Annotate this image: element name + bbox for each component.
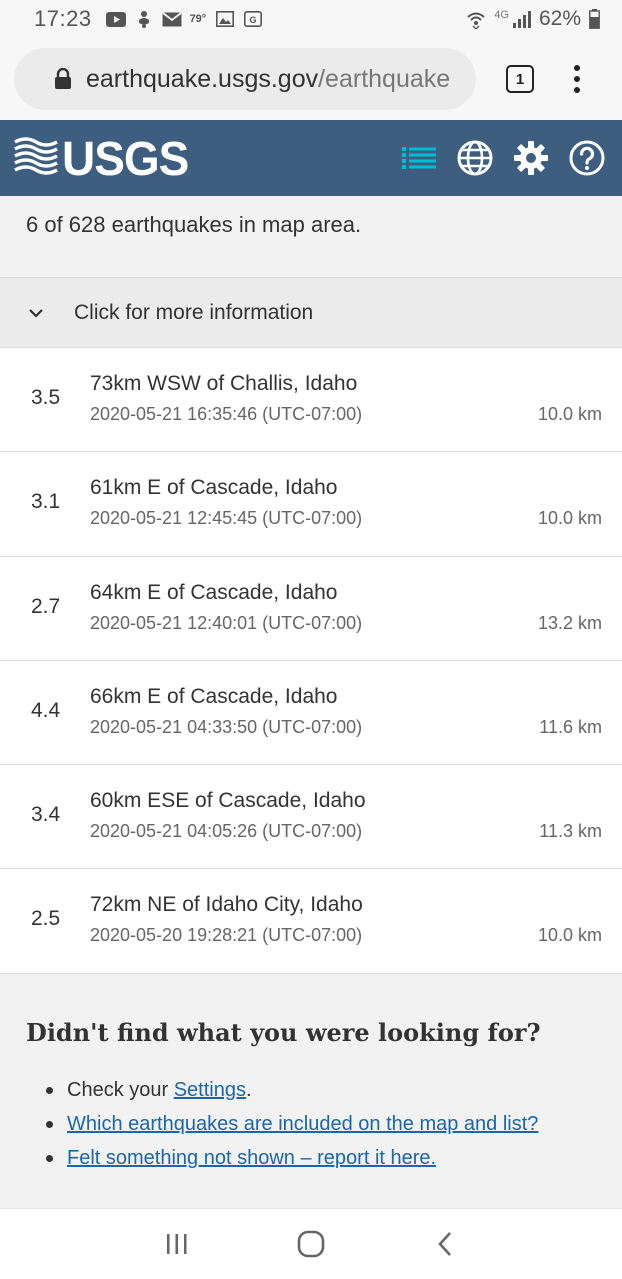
status-right: 4G 62% (466, 7, 600, 31)
settings-link[interactable]: Settings (174, 1079, 246, 1101)
earthquake-place: 72km NE of Idaho City, Idaho (90, 893, 363, 917)
signal-icon (512, 10, 531, 28)
earthquake-place: 66km E of Cascade, Idaho (90, 684, 338, 708)
earthquake-magnitude: 3.5 (31, 386, 61, 409)
help-title: Didn't find what you were looking for? (26, 1018, 541, 1047)
notification-icon (136, 10, 152, 28)
address-bar[interactable]: earthquake.usgs.gov/earthquake (14, 48, 476, 110)
earthquake-time: 2020-05-21 16:35:46 (UTC-07:00) (90, 404, 363, 424)
earthquake-time: 2020-05-21 12:45:45 (UTC-07:00) (90, 508, 363, 529)
status-temperature: 79° (189, 13, 207, 25)
help-item-prefix: Check your (67, 1079, 174, 1101)
chevron-down-icon (28, 308, 44, 318)
status-bar: 17:23 79° G 4G 62% (0, 0, 622, 38)
more-info-toggle[interactable]: Click for more information (0, 278, 622, 348)
earthquake-row[interactable]: 4.4 66km E of Cascade, Idaho 2020-05-21 … (0, 660, 622, 766)
help-item-felt: Felt something not shown – report it her… (46, 1141, 596, 1175)
earthquake-depth: 10.0 km (537, 404, 602, 424)
browser-menu-button[interactable] (574, 65, 580, 93)
battery-percent: 62% (538, 7, 581, 30)
earthquake-place: 64km E of Cascade, Idaho (90, 580, 338, 604)
earthquake-count: 6 of 628 earthquakes in map area. (0, 196, 622, 278)
home-icon[interactable] (291, 1224, 331, 1264)
earthquake-time: 2020-05-20 19:28:21 (UTC-07:00) (90, 925, 363, 946)
earthquake-magnitude: 3.1 (31, 490, 61, 514)
earthquake-magnitude: 3.4 (31, 803, 61, 827)
list-icon[interactable] (400, 139, 438, 177)
menu-dot (574, 87, 580, 93)
usgs-logo-text: USGS (62, 130, 189, 186)
header-icons (400, 139, 608, 177)
gear-icon[interactable] (512, 139, 550, 177)
usgs-logo[interactable]: USGS (14, 130, 189, 186)
g-app-icon: G (244, 11, 263, 27)
earthquake-depth: 11.3 km (539, 821, 602, 842)
help-list: Check your Settings. Which earthquakes a… (26, 1073, 596, 1175)
url-path: /earthquake (318, 64, 451, 93)
usgs-header: USGS (0, 120, 622, 196)
recent-apps-icon[interactable] (157, 1224, 197, 1264)
mail-icon (162, 11, 182, 27)
help-item-settings: Check your Settings. (46, 1073, 596, 1107)
which-earthquakes-link[interactable]: Which earthquakes are included on the ma… (67, 1113, 538, 1135)
network-type: 4G (494, 9, 509, 21)
browser-toolbar: earthquake.usgs.gov/earthquake 1 (0, 38, 622, 120)
url-domain: earthquake.usgs.gov (86, 64, 319, 93)
earthquake-place: 61km E of Cascade, Idaho (90, 476, 338, 500)
earthquake-row[interactable]: 3.5 73km WSW of Challis, Idaho 2020-05-2… (0, 348, 622, 453)
earthquake-row[interactable]: 2.7 64km E of Cascade, Idaho 2020-05-21 … (0, 556, 622, 661)
earthquake-depth: 11.6 km (539, 716, 602, 737)
status-time: 17:23 (34, 6, 92, 31)
earthquake-magnitude: 2.5 (31, 907, 61, 931)
globe-icon[interactable] (456, 139, 494, 177)
earthquake-time: 2020-05-21 04:33:50 (UTC-07:00) (90, 716, 363, 737)
status-left: 17:23 79° G (34, 6, 263, 32)
image-icon (216, 11, 235, 27)
battery-icon (589, 9, 600, 29)
report-felt-link[interactable]: Felt something not shown – report it her… (67, 1147, 436, 1169)
usgs-wave-icon (14, 136, 58, 181)
back-icon[interactable] (425, 1224, 465, 1264)
earthquake-list: 3.5 73km WSW of Challis, Idaho 2020-05-2… (0, 348, 622, 974)
earthquake-time: 2020-05-21 12:40:01 (UTC-07:00) (90, 612, 363, 633)
android-nav-bar (0, 1208, 622, 1279)
svg-text:G: G (250, 15, 257, 25)
earthquake-depth: 13.2 km (537, 612, 602, 633)
url-text[interactable]: earthquake.usgs.gov/earthquake (86, 65, 450, 94)
earthquake-place: 73km WSW of Challis, Idaho (90, 372, 358, 395)
wifi-icon (466, 9, 486, 29)
help-section: Didn't find what you were looking for? C… (0, 974, 622, 1208)
help-icon[interactable] (568, 139, 606, 177)
earthquake-place: 60km ESE of Cascade, Idaho (90, 789, 366, 813)
earthquake-magnitude: 4.4 (31, 698, 61, 722)
earthquake-time: 2020-05-21 04:05:26 (UTC-07:00) (90, 821, 363, 842)
earthquake-depth: 10.0 km (537, 508, 602, 529)
earthquake-magnitude: 2.7 (31, 594, 61, 618)
earthquake-row[interactable]: 3.4 60km ESE of Cascade, Idaho 2020-05-2… (0, 765, 622, 870)
earthquake-depth: 10.0 km (537, 925, 602, 946)
help-item-suffix: . (245, 1079, 252, 1101)
youtube-icon (105, 11, 126, 27)
more-info-label: Click for more information (74, 300, 314, 324)
tab-switcher-button[interactable]: 1 (506, 65, 534, 93)
help-item-which: Which earthquakes are included on the ma… (46, 1107, 596, 1141)
earthquake-row[interactable]: 3.1 61km E of Cascade, Idaho 2020-05-21 … (0, 452, 622, 557)
earthquake-row[interactable]: 2.5 72km NE of Idaho City, Idaho 2020-05… (0, 869, 622, 974)
lock-icon[interactable] (54, 68, 72, 90)
menu-dot (574, 76, 580, 82)
menu-dot (574, 65, 580, 71)
